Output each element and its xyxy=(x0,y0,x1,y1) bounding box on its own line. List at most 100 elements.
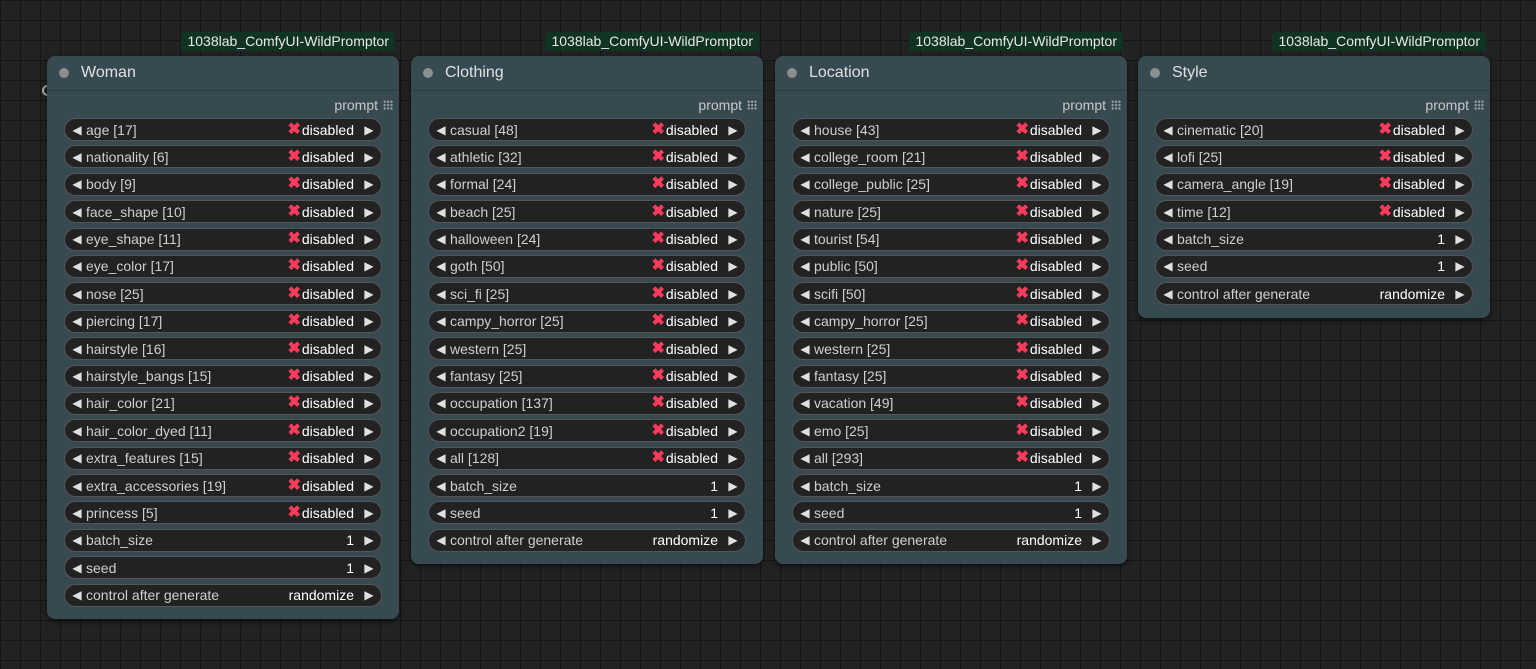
decrement-arrow-icon[interactable]: ◀ xyxy=(432,533,450,547)
increment-arrow-icon[interactable]: ▶ xyxy=(724,479,742,493)
widget-row[interactable]: ◀ piercing [17] ✖ disabled ▶ xyxy=(64,309,382,333)
increment-arrow-icon[interactable]: ▶ xyxy=(1088,369,1106,383)
increment-arrow-icon[interactable]: ▶ xyxy=(724,177,742,191)
widget-row[interactable]: ◀ camera_angle [19] ✖ disabled ▶ xyxy=(1155,172,1473,196)
decrement-arrow-icon[interactable]: ◀ xyxy=(796,150,814,164)
increment-arrow-icon[interactable]: ▶ xyxy=(360,479,378,493)
decrement-arrow-icon[interactable]: ◀ xyxy=(796,506,814,520)
widget-row[interactable]: ◀ sci_fi [25] ✖ disabled ▶ xyxy=(428,282,746,306)
increment-arrow-icon[interactable]: ▶ xyxy=(1088,533,1106,547)
widget-row[interactable]: ◀ college_public [25] ✖ disabled ▶ xyxy=(792,172,1110,196)
widget-row[interactable]: ◀ house [43] ✖ disabled ▶ xyxy=(792,118,1110,141)
widget-row[interactable]: ◀ athletic [32] ✖ disabled ▶ xyxy=(428,145,746,169)
decrement-arrow-icon[interactable]: ◀ xyxy=(432,287,450,301)
widget-row[interactable]: ◀ eye_color [17] ✖ disabled ▶ xyxy=(64,254,382,278)
increment-arrow-icon[interactable]: ▶ xyxy=(724,314,742,328)
increment-arrow-icon[interactable]: ▶ xyxy=(360,533,378,547)
collapse-dot-icon[interactable] xyxy=(59,68,69,78)
widget-row[interactable]: ◀ princess [5] ✖ disabled ▶ xyxy=(64,501,382,525)
increment-arrow-icon[interactable]: ▶ xyxy=(360,561,378,575)
widget-row[interactable]: ◀ control after generate randomize ▶ xyxy=(428,528,746,552)
increment-arrow-icon[interactable]: ▶ xyxy=(724,232,742,246)
widget-row[interactable]: ◀ nationality [6] ✖ disabled ▶ xyxy=(64,145,382,169)
decrement-arrow-icon[interactable]: ◀ xyxy=(432,506,450,520)
widget-row[interactable]: ◀ western [25] ✖ disabled ▶ xyxy=(428,337,746,361)
widget-row[interactable]: ◀ seed 1 ▶ xyxy=(1155,254,1473,278)
widget-row[interactable]: ◀ hairstyle_bangs [15] ✖ disabled ▶ xyxy=(64,364,382,388)
increment-arrow-icon[interactable]: ▶ xyxy=(1088,205,1106,219)
increment-arrow-icon[interactable]: ▶ xyxy=(360,424,378,438)
decrement-arrow-icon[interactable]: ◀ xyxy=(1159,232,1177,246)
collapse-dot-icon[interactable] xyxy=(1150,68,1160,78)
widget-row[interactable]: ◀ occupation2 [19] ✖ disabled ▶ xyxy=(428,419,746,443)
widget-row[interactable]: ◀ halloween [24] ✖ disabled ▶ xyxy=(428,227,746,251)
widget-row[interactable]: ◀ control after generate randomize ▶ xyxy=(64,583,382,607)
increment-arrow-icon[interactable]: ▶ xyxy=(724,451,742,465)
decrement-arrow-icon[interactable]: ◀ xyxy=(432,314,450,328)
increment-arrow-icon[interactable]: ▶ xyxy=(724,259,742,273)
increment-arrow-icon[interactable]: ▶ xyxy=(360,150,378,164)
decrement-arrow-icon[interactable]: ◀ xyxy=(68,424,86,438)
widget-row[interactable]: ◀ occupation [137] ✖ disabled ▶ xyxy=(428,391,746,415)
decrement-arrow-icon[interactable]: ◀ xyxy=(432,232,450,246)
decrement-arrow-icon[interactable]: ◀ xyxy=(796,424,814,438)
increment-arrow-icon[interactable]: ▶ xyxy=(724,424,742,438)
widget-row[interactable]: ◀ batch_size 1 ▶ xyxy=(1155,227,1473,251)
widget-row[interactable]: ◀ college_room [21] ✖ disabled ▶ xyxy=(792,145,1110,169)
widget-row[interactable]: ◀ campy_horror [25] ✖ disabled ▶ xyxy=(792,309,1110,333)
decrement-arrow-icon[interactable]: ◀ xyxy=(1159,205,1177,219)
decrement-arrow-icon[interactable]: ◀ xyxy=(68,123,86,137)
decrement-arrow-icon[interactable]: ◀ xyxy=(68,561,86,575)
increment-arrow-icon[interactable]: ▶ xyxy=(724,506,742,520)
widget-row[interactable]: ◀ age [17] ✖ disabled ▶ xyxy=(64,118,382,141)
widget-row[interactable]: ◀ batch_size 1 ▶ xyxy=(792,474,1110,498)
decrement-arrow-icon[interactable]: ◀ xyxy=(796,259,814,273)
decrement-arrow-icon[interactable]: ◀ xyxy=(68,451,86,465)
output-grip-icon[interactable] xyxy=(1111,99,1121,110)
increment-arrow-icon[interactable]: ▶ xyxy=(1088,259,1106,273)
decrement-arrow-icon[interactable]: ◀ xyxy=(796,177,814,191)
increment-arrow-icon[interactable]: ▶ xyxy=(1451,232,1469,246)
widget-row[interactable]: ◀ control after generate randomize ▶ xyxy=(1155,282,1473,306)
widget-row[interactable]: ◀ fantasy [25] ✖ disabled ▶ xyxy=(428,364,746,388)
decrement-arrow-icon[interactable]: ◀ xyxy=(432,396,450,410)
widget-row[interactable]: ◀ public [50] ✖ disabled ▶ xyxy=(792,254,1110,278)
widget-row[interactable]: ◀ seed 1 ▶ xyxy=(64,556,382,580)
decrement-arrow-icon[interactable]: ◀ xyxy=(432,479,450,493)
decrement-arrow-icon[interactable]: ◀ xyxy=(68,369,86,383)
decrement-arrow-icon[interactable]: ◀ xyxy=(68,259,86,273)
increment-arrow-icon[interactable]: ▶ xyxy=(1088,396,1106,410)
widget-row[interactable]: ◀ western [25] ✖ disabled ▶ xyxy=(792,337,1110,361)
increment-arrow-icon[interactable]: ▶ xyxy=(360,205,378,219)
increment-arrow-icon[interactable]: ▶ xyxy=(1088,232,1106,246)
increment-arrow-icon[interactable]: ▶ xyxy=(1088,123,1106,137)
increment-arrow-icon[interactable]: ▶ xyxy=(724,287,742,301)
increment-arrow-icon[interactable]: ▶ xyxy=(1088,506,1106,520)
widget-row[interactable]: ◀ all [293] ✖ disabled ▶ xyxy=(792,446,1110,470)
increment-arrow-icon[interactable]: ▶ xyxy=(724,369,742,383)
decrement-arrow-icon[interactable]: ◀ xyxy=(68,479,86,493)
collapse-dot-icon[interactable] xyxy=(423,68,433,78)
collapse-dot-icon[interactable] xyxy=(787,68,797,78)
node-clothing[interactable]: 1038lab_ComfyUI-WildPromptor Clothing pr… xyxy=(411,32,763,565)
decrement-arrow-icon[interactable]: ◀ xyxy=(432,342,450,356)
increment-arrow-icon[interactable]: ▶ xyxy=(724,123,742,137)
decrement-arrow-icon[interactable]: ◀ xyxy=(1159,123,1177,137)
decrement-arrow-icon[interactable]: ◀ xyxy=(796,479,814,493)
increment-arrow-icon[interactable]: ▶ xyxy=(360,314,378,328)
decrement-arrow-icon[interactable]: ◀ xyxy=(68,342,86,356)
widget-row[interactable]: ◀ campy_horror [25] ✖ disabled ▶ xyxy=(428,309,746,333)
increment-arrow-icon[interactable]: ▶ xyxy=(1451,150,1469,164)
decrement-arrow-icon[interactable]: ◀ xyxy=(432,205,450,219)
widget-row[interactable]: ◀ goth [50] ✖ disabled ▶ xyxy=(428,254,746,278)
widget-row[interactable]: ◀ extra_features [15] ✖ disabled ▶ xyxy=(64,446,382,470)
decrement-arrow-icon[interactable]: ◀ xyxy=(68,533,86,547)
output-grip-icon[interactable] xyxy=(1474,99,1484,110)
decrement-arrow-icon[interactable]: ◀ xyxy=(796,205,814,219)
decrement-arrow-icon[interactable]: ◀ xyxy=(1159,177,1177,191)
decrement-arrow-icon[interactable]: ◀ xyxy=(432,123,450,137)
decrement-arrow-icon[interactable]: ◀ xyxy=(432,259,450,273)
increment-arrow-icon[interactable]: ▶ xyxy=(1451,205,1469,219)
widget-row[interactable]: ◀ hair_color [21] ✖ disabled ▶ xyxy=(64,391,382,415)
decrement-arrow-icon[interactable]: ◀ xyxy=(68,205,86,219)
